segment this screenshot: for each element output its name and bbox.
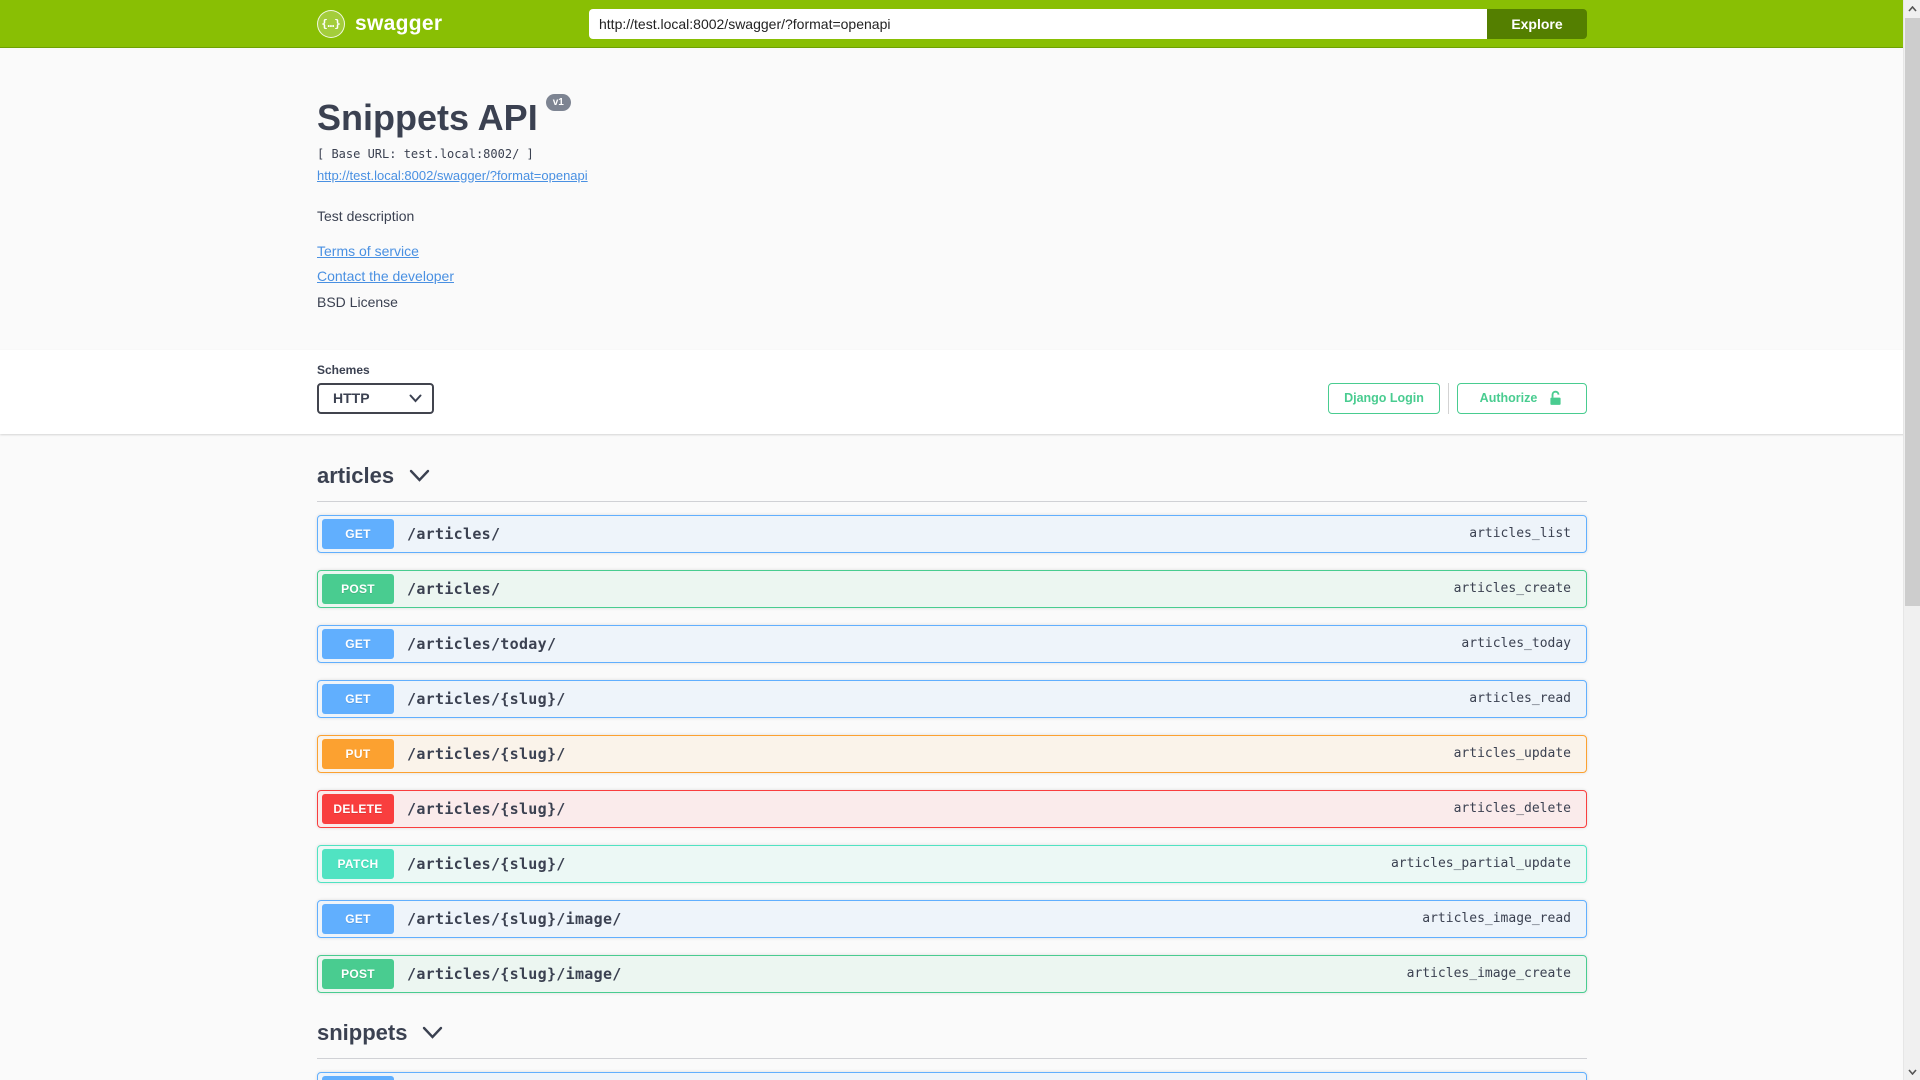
operation-path: /articles/{slug}/image/ — [407, 964, 622, 983]
base-url-text: [ Base URL: test.local:8002/ ] — [317, 146, 534, 161]
schemes-label: Schemes — [317, 362, 370, 377]
django-login-button[interactable]: Django Login — [1328, 382, 1440, 414]
operation-id: articles_today — [1461, 636, 1571, 652]
terms-of-service-link[interactable]: Terms of service — [317, 243, 419, 259]
info-section: Snippets API v1 [ Base URL: test.local:80… — [0, 48, 1920, 350]
operation-path: /articles/{slug}/image/ — [407, 909, 622, 928]
schemes-block: Schemes HTTP — [317, 363, 434, 414]
django-login-label: Django Login — [1344, 391, 1424, 406]
operation-id: articles_partial_update — [1390, 856, 1571, 872]
operation-path: /articles/{slug}/ — [407, 854, 566, 873]
operation-path: /articles/today/ — [407, 634, 557, 653]
operation-path: /articles/ — [407, 524, 501, 543]
method-badge: GET — [322, 628, 394, 659]
scrollbar-thumb[interactable] — [1905, 18, 1920, 606]
topbar: {…} swagger Explore — [0, 0, 1920, 48]
swagger-logo-text: swagger — [355, 11, 443, 35]
chevron-down-icon — [409, 469, 430, 482]
chevron-down-icon — [423, 1026, 443, 1039]
opblock-tag-section: articles GET /articles/ articles_list PO… — [317, 463, 1587, 993]
license-text: BSD License — [317, 293, 398, 310]
explore-button[interactable]: Explore — [1487, 8, 1587, 39]
operation-list: GET /articles/ articles_list POST /artic… — [317, 502, 1587, 993]
authorize-label: Authorize — [1479, 391, 1538, 406]
operation-path: /articles/{slug}/ — [407, 744, 566, 763]
operation-row[interactable]: PUT /articles/{slug}/ articles_update — [317, 734, 1587, 773]
operation-row[interactable]: GET /articles/today/ articles_today — [317, 624, 1587, 663]
auth-divider — [1448, 382, 1449, 414]
operation-id: articles_update — [1453, 746, 1571, 762]
chevron-up-icon — [1908, 5, 1917, 12]
tag-header[interactable]: articles — [317, 463, 1587, 502]
scrollbar-up-arrow[interactable] — [1904, 0, 1920, 17]
unlock-icon — [1550, 390, 1561, 405]
operation-row[interactable]: POST /articles/{slug}/image/ articles_im… — [317, 954, 1587, 993]
operation-path: /articles/{slug}/ — [407, 689, 566, 708]
operation-id: articles_create — [1453, 581, 1571, 597]
scheme-container: Schemes HTTP Django Login Authorize — [0, 349, 1920, 434]
spec-url-input[interactable] — [589, 8, 1487, 39]
method-badge: GET — [322, 1075, 394, 1080]
scrollbar-down-arrow[interactable] — [1904, 1063, 1920, 1080]
operation-row[interactable]: GET /articles/{slug}/ articles_read — [317, 679, 1587, 718]
method-badge: PUT — [322, 738, 394, 769]
method-badge: GET — [322, 903, 394, 934]
api-description: Test description — [317, 207, 415, 224]
operation-row[interactable]: POST /articles/ articles_create — [317, 569, 1587, 608]
operation-path: /articles/{slug}/ — [407, 799, 566, 818]
auth-wrapper: Django Login Authorize — [1328, 382, 1587, 414]
method-badge: GET — [322, 518, 394, 549]
chevron-down-icon — [1908, 1068, 1917, 1075]
page-title: Snippets API — [317, 97, 538, 138]
method-badge: GET — [322, 683, 394, 714]
operation-id: articles_list — [1469, 526, 1571, 542]
operation-row[interactable]: GET /articles/ articles_list — [317, 514, 1587, 553]
opblock-tag-section: snippets GET /snippets/ snippets_list — [317, 1020, 1587, 1080]
operation-id: articles_read — [1469, 691, 1571, 707]
tag-name: snippets — [317, 1019, 408, 1045]
swagger-logo: {…} swagger — [317, 9, 443, 38]
operation-row[interactable]: DELETE /articles/{slug}/ articles_delete — [317, 789, 1587, 828]
method-badge: POST — [322, 958, 394, 989]
authorize-button[interactable]: Authorize — [1457, 382, 1587, 414]
spec-link[interactable]: http://test.local:8002/swagger/?format=o… — [317, 168, 588, 183]
operation-row[interactable]: GET /snippets/ snippets_list — [317, 1071, 1587, 1080]
operation-id: articles_image_create — [1406, 966, 1571, 982]
vertical-scrollbar — [1903, 0, 1920, 1080]
operation-row[interactable]: GET /articles/{slug}/image/ articles_ima… — [317, 899, 1587, 938]
sections-container: articles GET /articles/ articles_list PO… — [317, 434, 1587, 1080]
operation-id: articles_image_read — [1422, 911, 1571, 927]
method-badge: PATCH — [322, 848, 394, 879]
schemes-selected-value: HTTP — [333, 390, 370, 407]
operation-list: GET /snippets/ snippets_list — [317, 1059, 1587, 1080]
operation-row[interactable]: PATCH /articles/{slug}/ articles_partial… — [317, 844, 1587, 883]
contact-developer-link[interactable]: Contact the developer — [317, 268, 454, 284]
method-badge: POST — [322, 573, 394, 604]
operation-id: articles_delete — [1453, 801, 1571, 817]
swagger-logo-icon: {…} — [317, 9, 345, 38]
chevron-down-icon — [409, 394, 422, 403]
version-badge: v1 — [545, 94, 571, 111]
tag-header[interactable]: snippets — [317, 1020, 1587, 1059]
tag-name: articles — [317, 462, 395, 488]
operation-path: /articles/ — [407, 579, 501, 598]
schemes-select[interactable]: HTTP — [317, 382, 434, 414]
method-badge: DELETE — [322, 793, 394, 824]
